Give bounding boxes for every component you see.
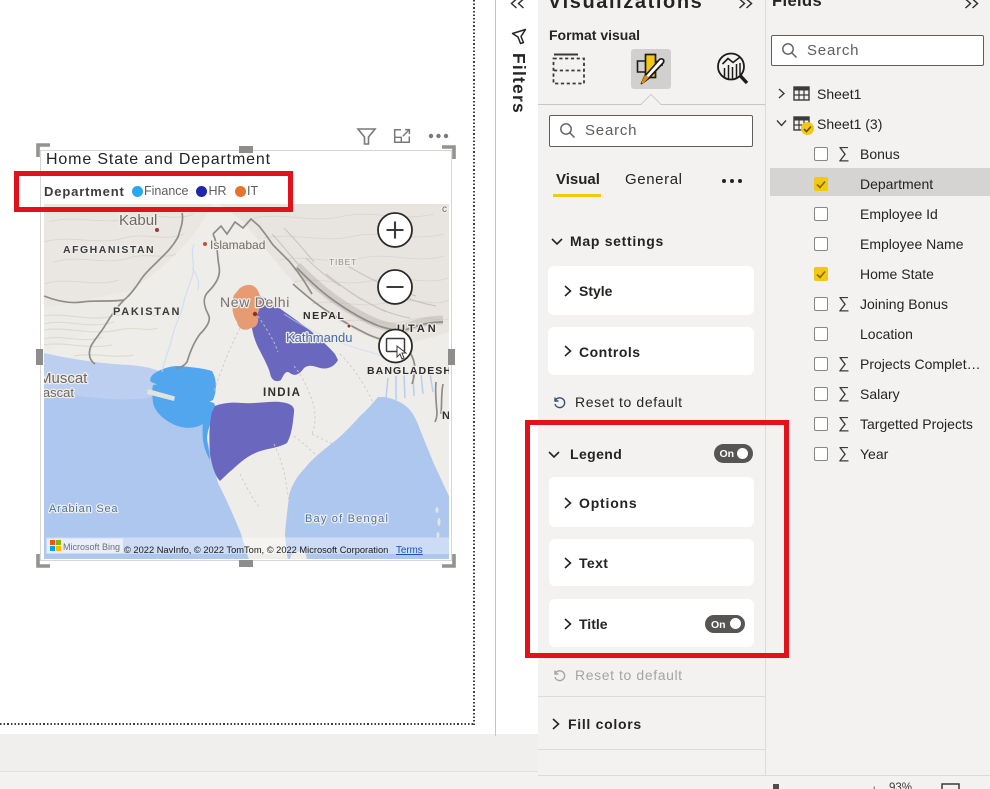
svg-text:c: c bbox=[442, 204, 447, 215]
svg-text:NEPAL: NEPAL bbox=[303, 310, 345, 322]
svg-text:Microsoft Bing: Microsoft Bing bbox=[63, 542, 120, 552]
svg-text:Islamabad: Islamabad bbox=[210, 238, 265, 252]
svg-text:Terms: Terms bbox=[396, 545, 423, 556]
svg-text:TIBET: TIBET bbox=[329, 257, 357, 267]
svg-text:© 2022 NavInfo, © 2022 TomTom,: © 2022 NavInfo, © 2022 TomTom, © 2022 Mi… bbox=[124, 545, 388, 555]
svg-text:Kabul: Kabul bbox=[119, 212, 157, 229]
svg-text:Arabian Sea: Arabian Sea bbox=[49, 503, 118, 515]
svg-text:lascat: lascat bbox=[44, 385, 74, 400]
svg-text:Kathmandu: Kathmandu bbox=[286, 330, 353, 345]
svg-text:Bay of Bengal: Bay of Bengal bbox=[305, 513, 389, 525]
svg-text:N: N bbox=[442, 410, 449, 422]
svg-text:AFGHANISTAN: AFGHANISTAN bbox=[63, 244, 155, 256]
svg-text:BANGLADESH: BANGLADESH bbox=[367, 365, 449, 377]
svg-text:PAKISTAN: PAKISTAN bbox=[113, 306, 181, 318]
svg-text:INDIA: INDIA bbox=[263, 387, 301, 399]
svg-text:New Delhi: New Delhi bbox=[220, 294, 290, 310]
